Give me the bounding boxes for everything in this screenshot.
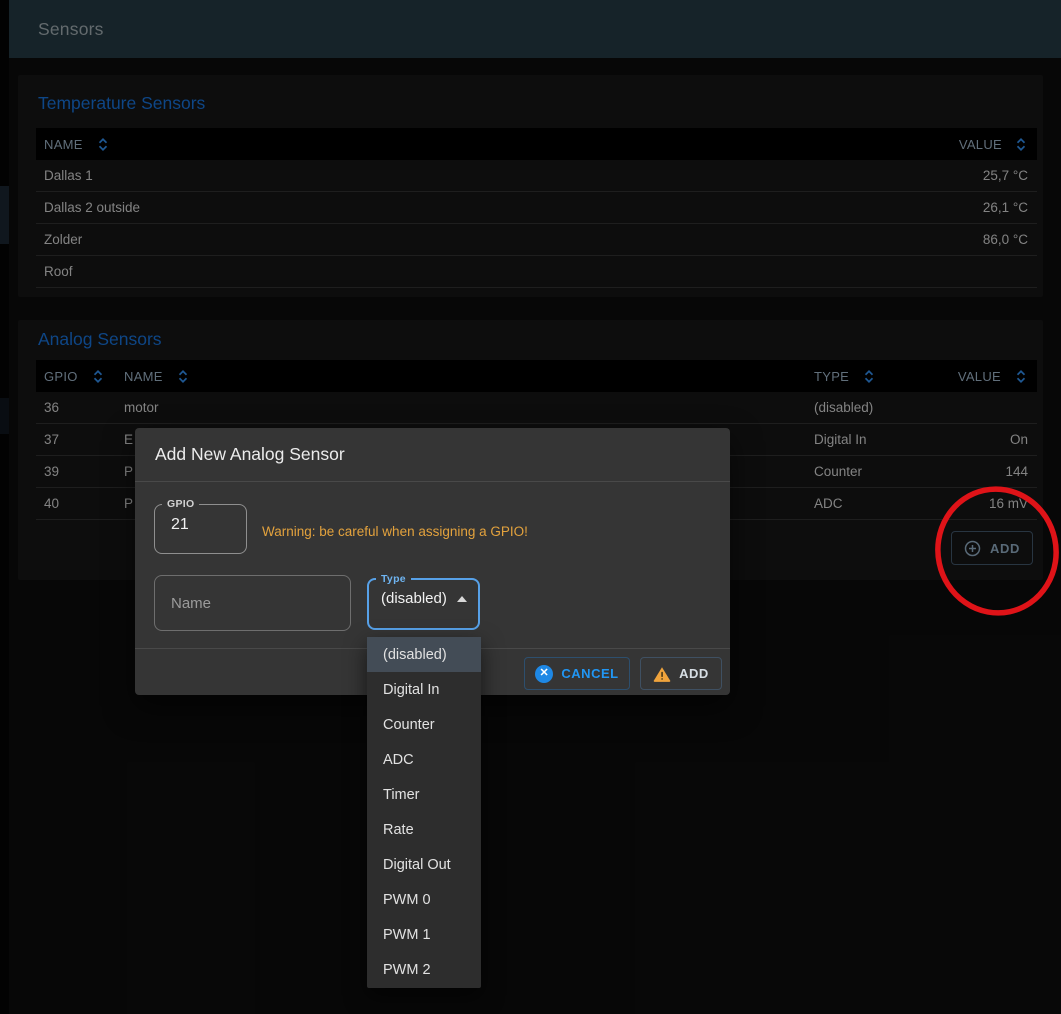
dropdown-option[interactable]: PWM 0 <box>367 883 481 918</box>
warning-triangle-icon <box>653 666 671 682</box>
dropdown-option[interactable]: (disabled) <box>367 637 481 672</box>
dropdown-option[interactable]: PWM 1 <box>367 918 481 953</box>
dropdown-option[interactable]: Timer <box>367 777 481 812</box>
cancel-x-circle-icon: ✕ <box>535 665 553 683</box>
name-field[interactable] <box>154 575 351 631</box>
type-dropdown-menu: (disabled) Digital In Counter ADC Timer … <box>367 637 481 988</box>
type-select-value-row[interactable]: (disabled) <box>369 585 478 607</box>
cancel-button[interactable]: ✕ CANCEL <box>524 657 630 690</box>
gpio-field[interactable]: GPIO <box>154 498 247 554</box>
gpio-input[interactable] <box>155 510 210 534</box>
gpio-warning-text: Warning: be careful when assigning a GPI… <box>262 524 528 539</box>
dialog-add-button[interactable]: ADD <box>640 657 722 690</box>
dropdown-option[interactable]: PWM 2 <box>367 953 481 988</box>
gpio-field-label: GPIO <box>162 498 199 510</box>
dialog-header: Add New Analog Sensor <box>135 428 730 482</box>
dialog-title: Add New Analog Sensor <box>155 444 345 465</box>
name-input[interactable] <box>155 595 325 612</box>
type-select-value: (disabled) <box>381 590 447 607</box>
chevron-up-icon <box>457 596 467 602</box>
app-root: Sensors Temperature Sensors NAME VALUE <box>0 0 1061 1014</box>
dropdown-option[interactable]: Digital In <box>367 672 481 707</box>
dropdown-option[interactable]: Digital Out <box>367 848 481 883</box>
type-select-label: Type <box>376 573 411 585</box>
type-select[interactable]: Type (disabled) <box>367 573 480 630</box>
dropdown-option[interactable]: Counter <box>367 707 481 742</box>
dropdown-option[interactable]: Rate <box>367 812 481 847</box>
dropdown-option[interactable]: ADC <box>367 742 481 777</box>
